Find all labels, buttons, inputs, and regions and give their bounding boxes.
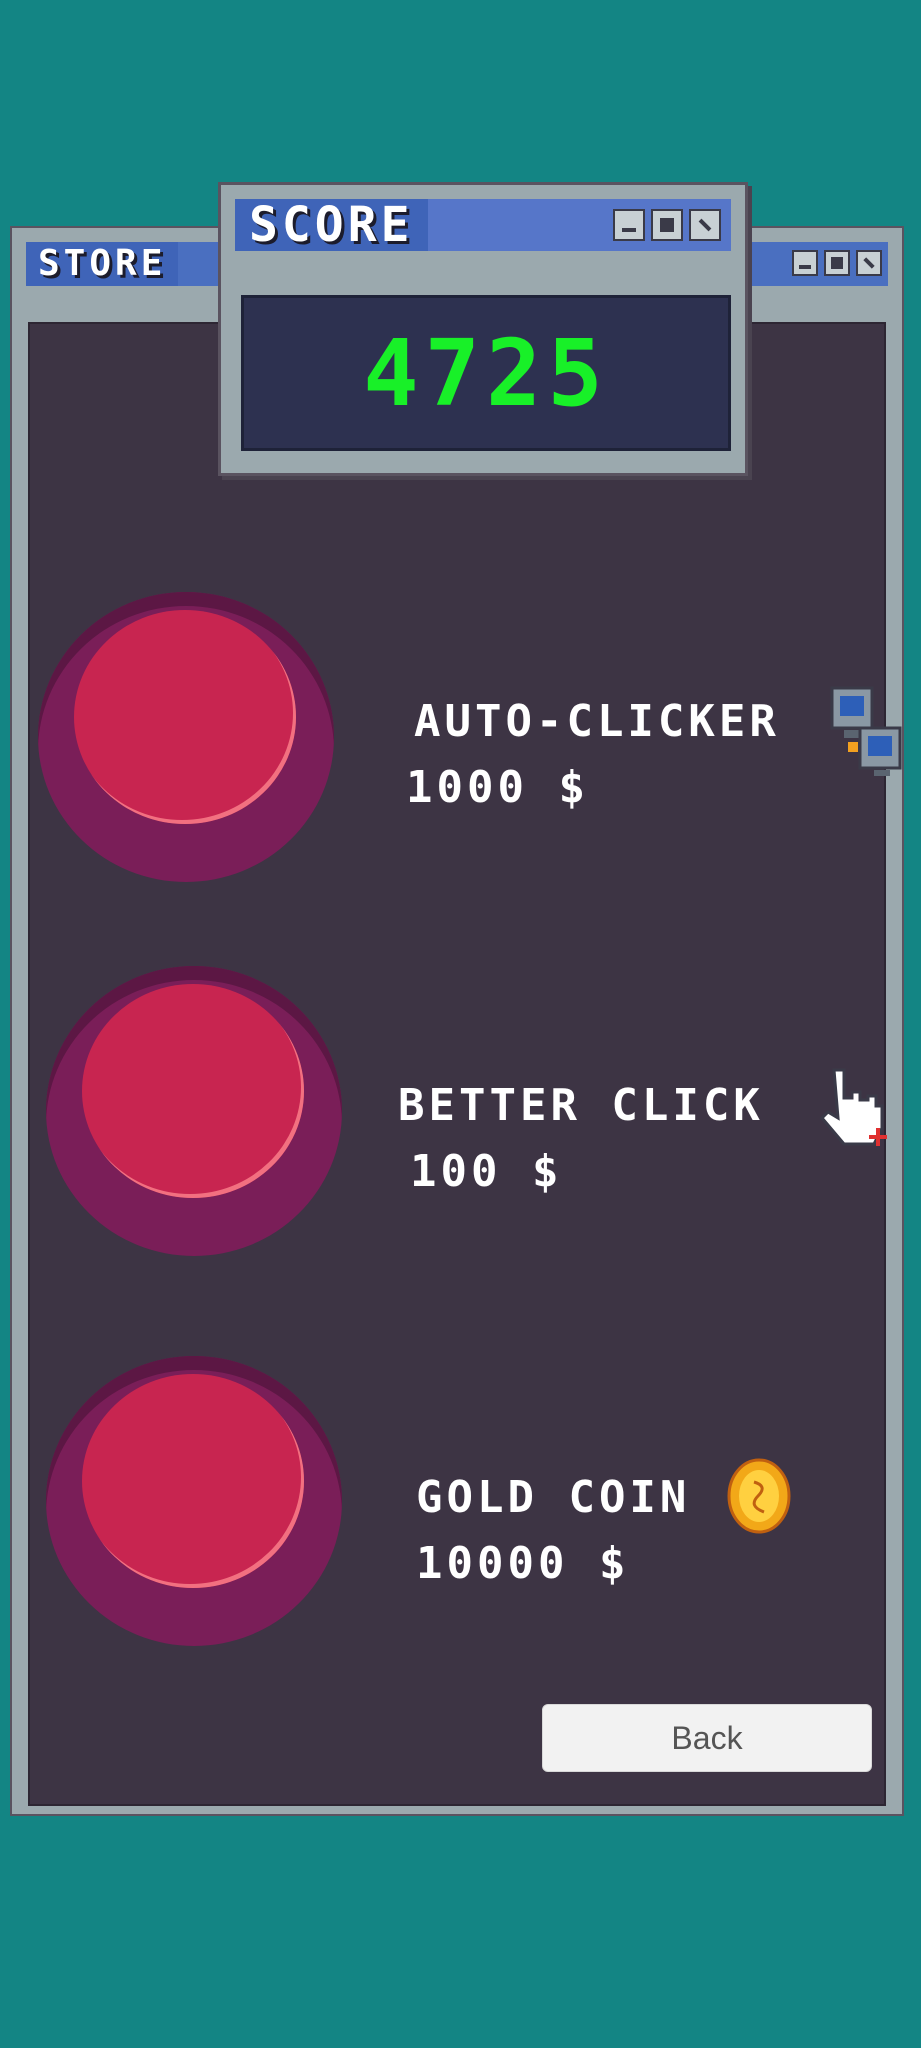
buy-auto-clicker-button[interactable] xyxy=(38,592,334,882)
score-value: 4725 xyxy=(363,319,609,427)
back-button[interactable]: Back xyxy=(542,1704,872,1772)
maximize-icon[interactable] xyxy=(824,250,850,276)
score-display: 4725 xyxy=(241,295,731,451)
maximize-icon[interactable] xyxy=(651,209,683,241)
item-price-better-click: 100 $ xyxy=(410,1146,563,1197)
minimize-icon[interactable] xyxy=(613,209,645,241)
item-name-better-click: BETTER CLICK xyxy=(398,1080,764,1131)
score-window-controls xyxy=(613,209,721,241)
close-icon[interactable] xyxy=(856,250,882,276)
buy-gold-coin-button[interactable] xyxy=(46,1356,342,1646)
buy-better-click-button[interactable] xyxy=(46,966,342,1256)
score-title: SCORE xyxy=(235,199,428,251)
score-window: SCORE 4725 xyxy=(218,182,748,476)
score-titlebar: SCORE xyxy=(235,199,731,251)
item-price-auto-clicker: 1000 $ xyxy=(406,762,589,813)
minimize-icon[interactable] xyxy=(792,250,818,276)
item-price-gold-coin: 10000 $ xyxy=(416,1538,630,1589)
store-title: STORE xyxy=(26,242,179,286)
item-name-gold-coin: GOLD COIN xyxy=(416,1472,691,1523)
item-name-auto-clicker: AUTO-CLICKER xyxy=(414,696,780,747)
computers-icon xyxy=(830,686,902,776)
store-window-controls xyxy=(792,250,882,276)
close-icon[interactable] xyxy=(689,209,721,241)
gold-coin-icon xyxy=(727,1458,791,1534)
pointer-hand-icon xyxy=(819,1068,887,1146)
